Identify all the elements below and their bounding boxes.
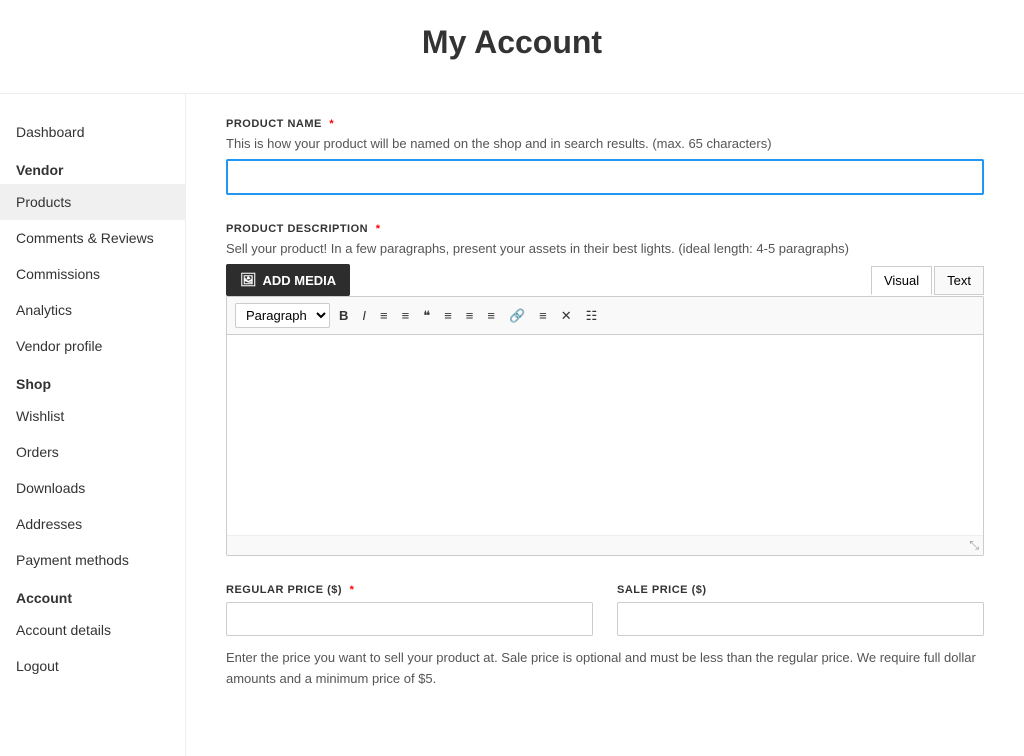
list-ol-button[interactable]: ≡ <box>397 305 415 326</box>
italic-button[interactable]: I <box>357 305 371 326</box>
list-ul-button[interactable]: ≡ <box>375 305 393 326</box>
blockquote-button[interactable]: ❝ <box>418 305 435 327</box>
sidebar-section-shop: Shop <box>0 364 185 398</box>
price-hint: Enter the price you want to sell your pr… <box>226 648 984 690</box>
link-button[interactable]: 🔗 <box>504 305 530 327</box>
bold-button[interactable]: B <box>334 305 353 326</box>
sidebar-item-logout[interactable]: Logout <box>0 648 185 684</box>
sidebar-item-downloads[interactable]: Downloads <box>0 470 185 506</box>
required-indicator-price: * <box>350 584 355 596</box>
sale-price-label: SALE PRICE ($) <box>617 584 984 596</box>
resize-icon: ⤡ <box>969 538 979 553</box>
product-description-label: PRODUCT DESCRIPTION * <box>226 223 984 235</box>
sidebar-item-wishlist[interactable]: Wishlist <box>0 398 185 434</box>
sidebar-item-analytics[interactable]: Analytics <box>0 292 185 328</box>
visual-text-tabs: Visual Text <box>871 266 984 295</box>
product-description-hint: Sell your product! In a few paragraphs, … <box>226 241 984 256</box>
sidebar: Dashboard Vendor Products Comments & Rev… <box>0 94 186 756</box>
sidebar-item-vendor-profile[interactable]: Vendor profile <box>0 328 185 364</box>
regular-price-input[interactable] <box>226 602 593 636</box>
product-description-group: PRODUCT DESCRIPTION * Sell your product!… <box>226 223 984 556</box>
paragraph-select[interactable]: Paragraph <box>235 303 330 328</box>
sidebar-section-vendor: Vendor <box>0 150 185 184</box>
sidebar-item-products[interactable]: Products <box>0 184 185 220</box>
sidebar-item-orders[interactable]: Orders <box>0 434 185 470</box>
product-name-group: PRODUCT NAME * This is how your product … <box>226 118 984 195</box>
regular-price-label: REGULAR PRICE ($) * <box>226 584 593 596</box>
required-indicator: * <box>329 118 334 130</box>
product-name-label: PRODUCT NAME * <box>226 118 984 130</box>
add-media-bar: 🖼 ADD MEDIA Visual Text <box>226 264 984 296</box>
tab-visual[interactable]: Visual <box>871 266 932 295</box>
sidebar-item-addresses[interactable]: Addresses <box>0 506 185 542</box>
align-right-button[interactable]: ≡ <box>482 305 500 326</box>
main-content: PRODUCT NAME * This is how your product … <box>186 94 1024 756</box>
price-group: REGULAR PRICE ($) * SALE PRICE ($) Enter… <box>226 584 984 690</box>
editor-container: Paragraph B I ≡ ≡ ❝ ≡ ≡ ≡ 🔗 ≡ ✕ ☷ <box>226 296 984 556</box>
add-media-button[interactable]: 🖼 ADD MEDIA <box>226 264 350 296</box>
editor-resize-handle: ⤡ <box>227 535 983 555</box>
sidebar-item-dashboard[interactable]: Dashboard <box>0 114 185 150</box>
editor-toolbar: Paragraph B I ≡ ≡ ❝ ≡ ≡ ≡ 🔗 ≡ ✕ ☷ <box>227 297 983 335</box>
add-media-icon: 🖼 <box>240 272 257 288</box>
horizontal-rule-button[interactable]: ≡ <box>534 305 552 326</box>
sidebar-item-payment-methods[interactable]: Payment methods <box>0 542 185 578</box>
sidebar-item-commissions[interactable]: Commissions <box>0 256 185 292</box>
sale-price-input[interactable] <box>617 602 984 636</box>
price-row: REGULAR PRICE ($) * SALE PRICE ($) <box>226 584 984 636</box>
sale-price-field: SALE PRICE ($) <box>617 584 984 636</box>
page-title: My Account <box>0 0 1024 94</box>
regular-price-field: REGULAR PRICE ($) * <box>226 584 593 636</box>
align-center-button[interactable]: ≡ <box>461 305 479 326</box>
align-left-button[interactable]: ≡ <box>439 305 457 326</box>
product-name-input[interactable] <box>226 159 984 195</box>
remove-format-button[interactable]: ✕ <box>556 305 577 327</box>
product-name-hint: This is how your product will be named o… <box>226 136 984 151</box>
sidebar-item-account-details[interactable]: Account details <box>0 612 185 648</box>
tab-text[interactable]: Text <box>934 266 984 295</box>
sidebar-section-account: Account <box>0 578 185 612</box>
editor-body[interactable] <box>227 335 983 535</box>
required-indicator-desc: * <box>376 223 381 235</box>
fullscreen-button[interactable]: ☷ <box>581 305 603 327</box>
sidebar-item-comments-reviews[interactable]: Comments & Reviews <box>0 220 185 256</box>
